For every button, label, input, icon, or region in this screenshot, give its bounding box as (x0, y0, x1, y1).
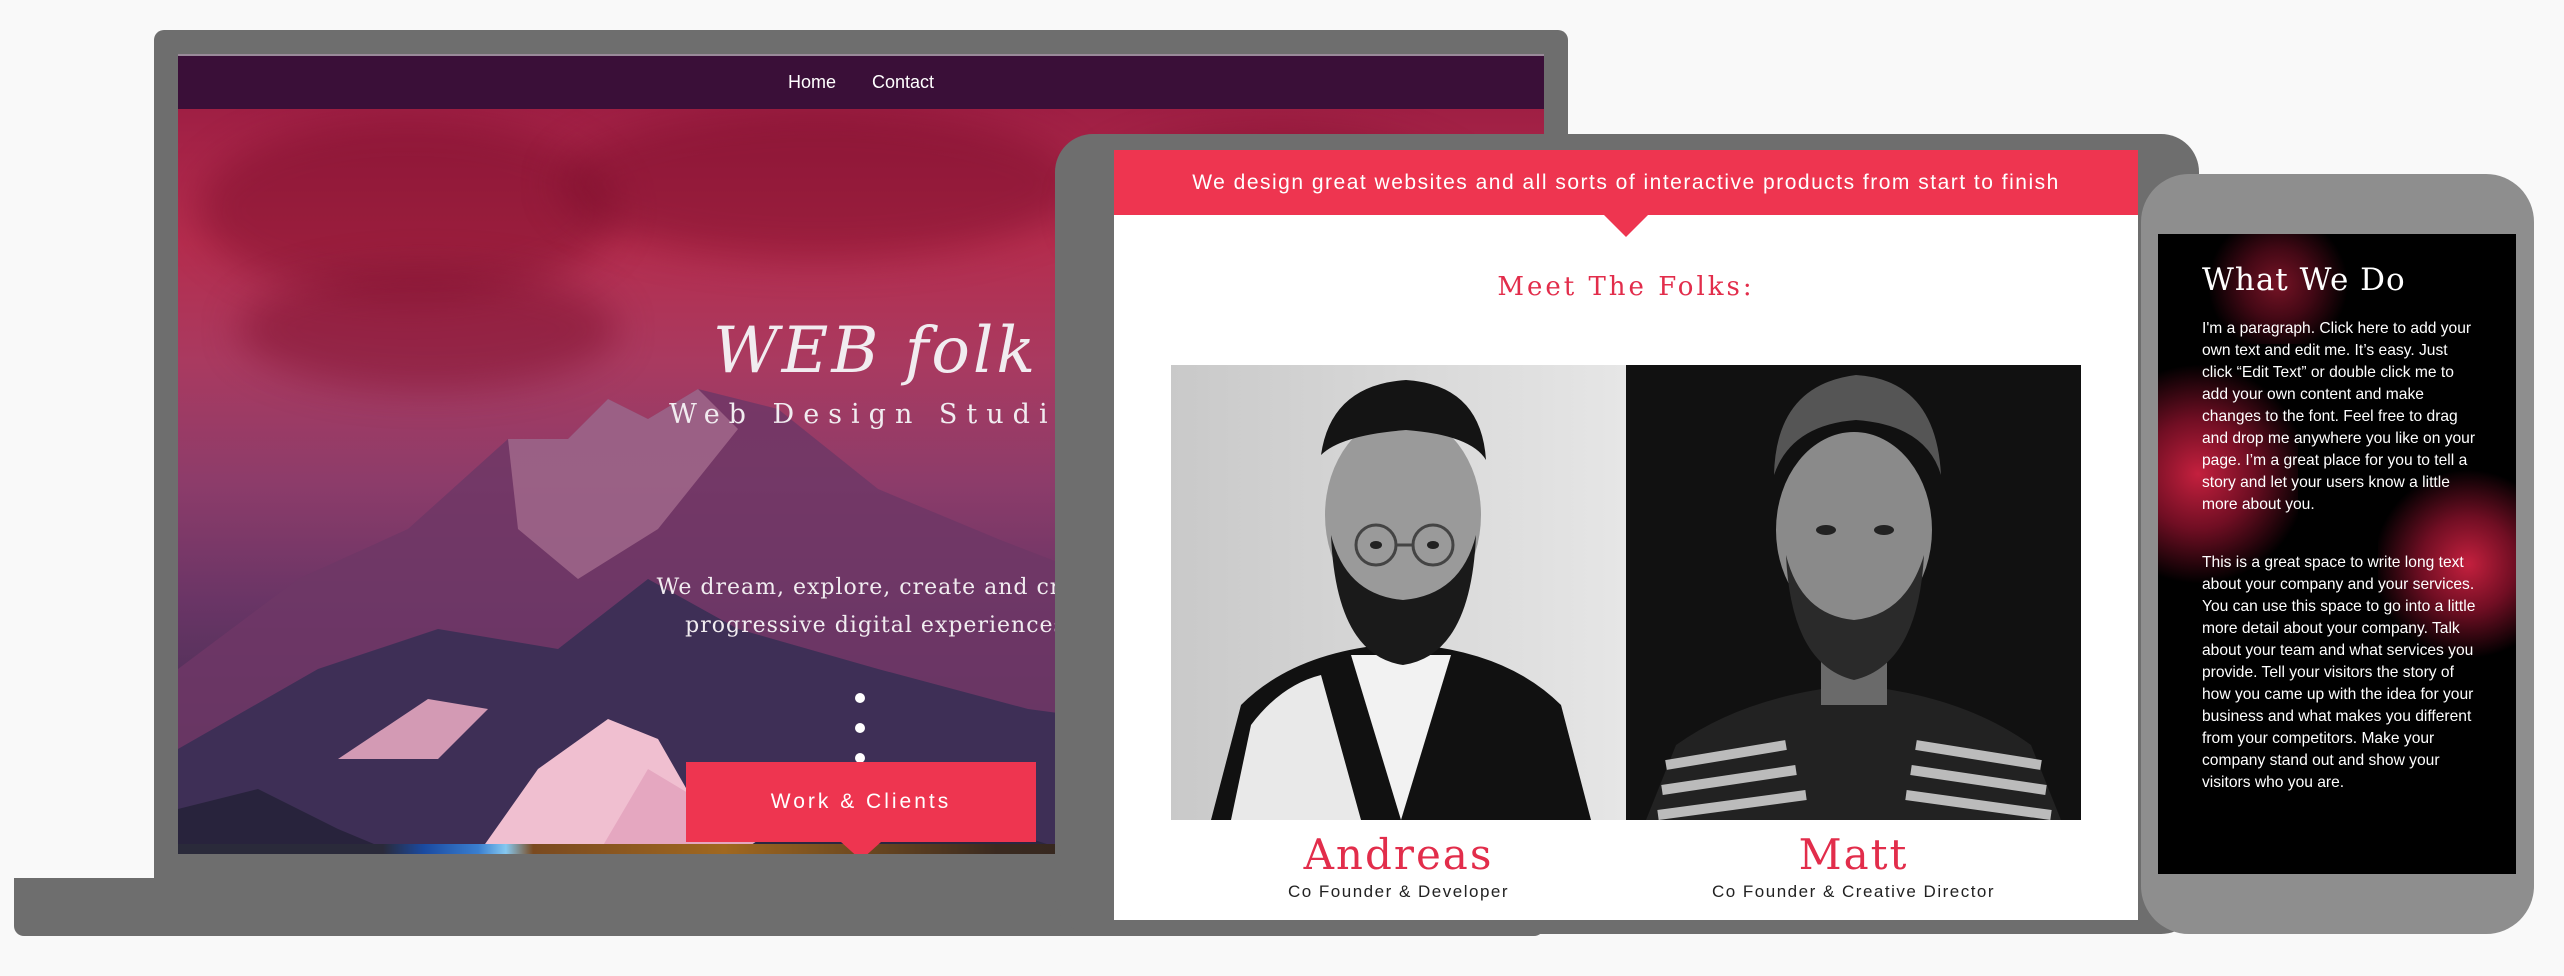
phone-paragraph-1: I'm a paragraph. Click here to add your … (2202, 320, 2476, 513)
meet-folks-heading: Meet The Folks: (1497, 272, 1755, 302)
person-name-matt: Matt (1798, 830, 1909, 879)
work-clients-button[interactable]: Work & Clients (686, 762, 1036, 854)
nav-contact-link[interactable]: Contact (872, 72, 934, 93)
matt-photo (1626, 365, 2081, 820)
phone-paragraph-2: This is a great space to write long text… (2202, 554, 2476, 791)
andreas-photo (1171, 365, 1626, 820)
what-we-do-heading: What We Do (2202, 262, 2406, 298)
tablet-banner: We design great websites and all sorts o… (1114, 150, 2138, 215)
phone-screen: What We Do I'm a paragraph. Click here t… (2158, 234, 2516, 874)
person-role-andreas: Co Founder & Developer (1287, 882, 1510, 901)
person-name-andreas: Andreas (1303, 830, 1494, 879)
banner-arrow-icon (1604, 215, 1648, 237)
slide-dot-1[interactable] (855, 693, 865, 703)
nav-home-link[interactable]: Home (788, 72, 836, 93)
person-role-matt: Co Founder & Creative Director (1711, 882, 1996, 901)
tablet-screen: We design great websites and all sorts o… (1114, 150, 2138, 920)
laptop-nav-bar: Home Contact (178, 54, 1544, 109)
slide-dot-2[interactable] (855, 723, 865, 733)
